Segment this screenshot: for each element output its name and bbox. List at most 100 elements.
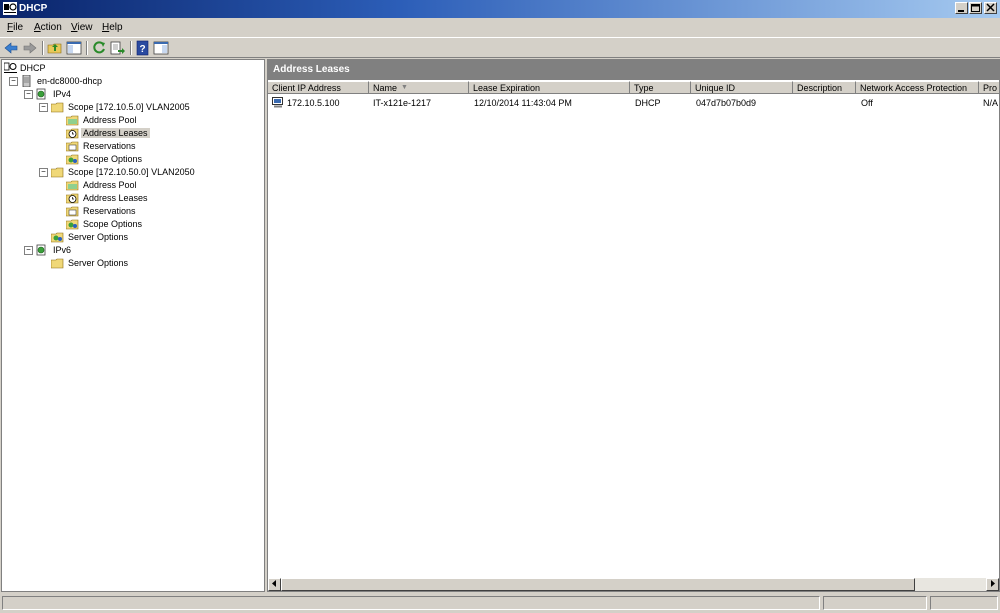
address-leases-icon [66,193,79,204]
cell-nap: Off [861,98,873,108]
back-icon[interactable] [3,40,19,56]
dhcp-root-icon [4,62,17,73]
column-label: Client IP Address [272,83,341,93]
column-label: Unique ID [695,83,736,93]
tree-label-server: en-dc8000-dhcp [37,76,103,86]
collapse-toggle[interactable]: − [39,103,48,112]
up-folder-icon[interactable] [47,40,63,56]
column-header-lease-expiration[interactable]: Lease Expiration [469,81,630,94]
folder-icon [51,167,64,178]
menu-file[interactable]: File [7,22,23,33]
collapse-toggle[interactable]: − [24,90,33,99]
folder-icon [51,102,64,113]
menu-action[interactable]: Action [34,22,62,33]
ipv6-icon [36,244,46,256]
server-options-icon [51,232,64,243]
dhcp-app-icon [3,2,17,15]
toolbar-separator [130,41,132,55]
tree-label-address-leases: Address Leases [81,128,150,138]
status-panel-3 [930,596,998,610]
tree-label-address-pool: Address Pool [83,180,137,190]
menu-help[interactable]: Help [102,22,123,33]
tree-label-scope-1: Scope [172.10.5.0] VLAN2005 [68,102,190,112]
server-options-icon [51,258,64,269]
menu-view[interactable]: View [71,22,93,33]
column-header-probation[interactable]: Pro [979,81,999,94]
status-panel-main [2,596,820,610]
sort-descending-icon: ▼ [401,84,408,91]
address-pool-icon [66,115,79,126]
cell-lease-expiration: 12/10/2014 11:43:04 PM [474,98,572,108]
client-computer-icon [272,97,283,108]
tree-label-server-options: Server Options [68,232,129,242]
results-pane-header: Address Leases [268,60,999,80]
collapse-toggle[interactable]: − [39,168,48,177]
column-header-unique-id[interactable]: Unique ID [691,81,793,94]
collapse-toggle[interactable]: − [24,246,33,255]
scroll-thumb[interactable] [281,578,915,591]
export-list-icon[interactable] [109,40,125,56]
ipv4-icon [36,88,46,100]
title-bar[interactable]: DHCP [0,0,1000,18]
status-bar [0,594,1000,613]
cell-unique-id: 047d7b07b0d9 [696,98,757,108]
tree-label-address-leases: Address Leases [83,193,148,203]
scope-options-icon [66,154,79,165]
reservations-icon [66,141,79,152]
cell-client-ip: 172.10.5.100 [287,98,340,108]
cell-probation: N/A [983,98,999,108]
minimize-button[interactable] [955,2,968,14]
column-label: Pro [983,83,998,93]
column-header-client-ip[interactable]: Client IP Address [268,81,369,94]
tree-label-dhcp: DHCP [20,63,46,73]
address-leases-icon [66,128,79,139]
tree-label-reservations: Reservations [83,206,136,216]
column-label: Name [373,83,398,93]
tree-label-ipv6: IPv6 [53,245,72,255]
properties-icon[interactable] [153,40,169,56]
tree-label-scope-2: Scope [172.10.50.0] VLAN2050 [68,167,195,177]
reservations-icon [66,206,79,217]
cell-name: IT-x121e-1217 [373,98,432,108]
tree-label-server-options-ipv6: Server Options [68,258,129,268]
forward-icon[interactable] [22,40,38,56]
status-panel-2 [823,596,927,610]
tree-label-reservations: Reservations [83,141,136,151]
help-icon[interactable]: ? [135,40,151,56]
arrow-left-icon [272,580,276,587]
column-label: Network Access Protection [860,83,968,93]
maximize-button[interactable] [969,2,982,14]
collapse-toggle[interactable]: − [9,77,18,86]
cell-type: DHCP [635,98,661,108]
refresh-icon[interactable] [91,40,107,56]
horizontal-scrollbar[interactable] [268,578,999,591]
server-icon [22,75,31,87]
show-hide-tree-icon[interactable] [66,40,82,56]
column-header-description[interactable]: Description [793,81,856,94]
column-header-name[interactable]: Name ▼ [369,81,469,94]
address-pool-icon [66,180,79,191]
results-pane[interactable]: Address Leases Client IP Address Name ▼ … [267,59,1000,592]
tree-label-scope-options: Scope Options [83,154,143,164]
column-label: Description [797,83,843,93]
toolbar-separator [86,41,88,55]
column-header-type[interactable]: Type [630,81,691,94]
results-pane-title: Address Leases [273,64,350,75]
mmc-window: DHCP File Action View Help ? DHCP − en-d… [0,0,1000,613]
arrow-right-icon [991,580,995,587]
scroll-right-button[interactable] [986,578,999,591]
window-title: DHCP [19,3,48,14]
tree-label-address-pool: Address Pool [83,115,137,125]
console-tree[interactable]: DHCP − en-dc8000-dhcp − IPv4 − Scope [17… [1,59,265,592]
minimize-icon [958,10,964,12]
toolbar: ? [0,37,1000,58]
toolbar-separator [42,41,44,55]
scroll-left-button[interactable] [268,578,281,591]
close-button[interactable] [984,2,997,14]
maximize-icon [971,4,980,12]
column-label: Type [634,83,654,93]
svg-text:?: ? [139,44,145,55]
scope-options-icon [66,219,79,230]
column-header-nap[interactable]: Network Access Protection [856,81,979,94]
column-label: Lease Expiration [473,83,541,93]
